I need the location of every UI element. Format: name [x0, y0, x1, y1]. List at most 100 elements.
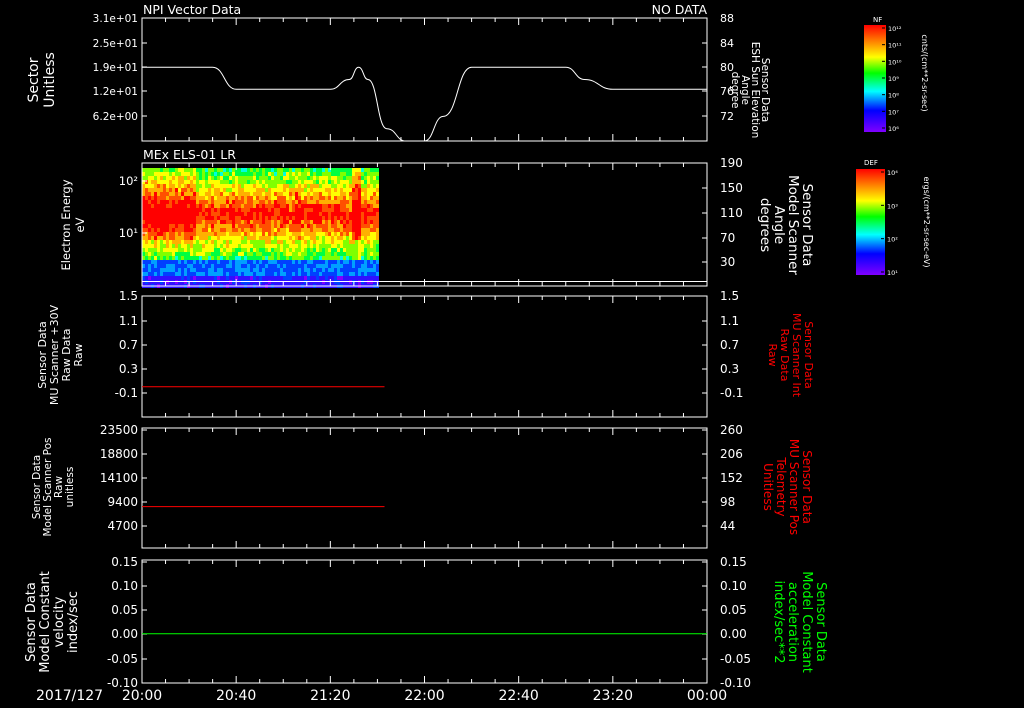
spectrogram-cell — [163, 196, 166, 200]
spectrogram-cell — [169, 256, 172, 260]
spectrogram-cell — [208, 208, 211, 212]
spectrogram-cell — [160, 272, 163, 276]
spectrogram-cell — [343, 244, 346, 248]
spectrogram-cell — [280, 248, 283, 252]
spectrogram-cell — [187, 224, 190, 228]
spectrogram-cell — [217, 220, 220, 224]
spectrogram-cell — [373, 236, 376, 240]
spectrogram-cell — [229, 256, 232, 260]
spectrogram-cell — [313, 212, 316, 216]
spectrogram-cell — [346, 220, 349, 224]
panel-model-right-label-1: Sensor Data — [813, 582, 828, 662]
spectrogram-cell — [355, 232, 358, 236]
spectrogram-cell — [301, 200, 304, 204]
spectrogram-cell — [301, 196, 304, 200]
spectrogram-cell — [289, 248, 292, 252]
spectrogram-cell — [370, 224, 373, 228]
spectrogram-cell — [262, 200, 265, 204]
spectrogram-cell — [340, 236, 343, 240]
spectrogram-cell — [196, 252, 199, 256]
spectrogram-cell — [346, 244, 349, 248]
spectrogram-cell — [250, 232, 253, 236]
spectrogram-cell — [364, 272, 367, 276]
spectrogram-cell — [331, 224, 334, 228]
spectrogram-cell — [166, 268, 169, 272]
spectrogram-cell — [292, 232, 295, 236]
left-tick-label: 1.1 — [119, 314, 138, 328]
spectrogram-cell — [175, 228, 178, 232]
spectrogram-cell — [367, 216, 370, 220]
spectrogram-cell — [193, 204, 196, 208]
spectrogram-cell — [325, 232, 328, 236]
spectrogram-cell — [322, 204, 325, 208]
panel-els-right-label-4: degrees — [757, 198, 773, 252]
spectrogram-cell — [313, 200, 316, 204]
spectrogram-cell — [355, 224, 358, 228]
spectrogram-cell — [148, 268, 151, 272]
spectrogram-cell — [202, 176, 205, 180]
spectrogram-cell — [247, 252, 250, 256]
spectrogram-cell — [313, 172, 316, 176]
spectrogram-cell — [157, 276, 160, 280]
spectrogram-cell — [304, 196, 307, 200]
spectrogram-cell — [244, 184, 247, 188]
spectrogram-cell — [286, 212, 289, 216]
spectrogram-cell — [343, 188, 346, 192]
spectrogram-cell — [286, 220, 289, 224]
spectrogram-cell — [253, 196, 256, 200]
spectrogram-cell — [295, 220, 298, 224]
spectrogram-cell — [247, 204, 250, 208]
spectrogram-cell — [259, 168, 262, 172]
spectrogram-cell — [235, 208, 238, 212]
spectrogram-cell — [220, 224, 223, 228]
spectrogram-cell — [169, 196, 172, 200]
spectrogram-cell — [310, 208, 313, 212]
left-tick-label: 1.5 — [119, 289, 138, 303]
spectrogram-cell — [253, 168, 256, 172]
spectrogram-cell — [337, 252, 340, 256]
spectrogram-cell — [355, 268, 358, 272]
spectrogram-cell — [214, 168, 217, 172]
spectrogram-cell — [178, 212, 181, 216]
spectrogram-cell — [268, 232, 271, 236]
spectrogram-cell — [367, 220, 370, 224]
spectrogram-cell — [148, 224, 151, 228]
spectrogram-cell — [187, 208, 190, 212]
spectrogram-cell — [190, 268, 193, 272]
spectrogram-cell — [259, 260, 262, 264]
spectrogram-cell — [265, 260, 268, 264]
spectrogram-cell — [193, 256, 196, 260]
spectrogram-cell — [238, 172, 241, 176]
spectrogram-cell — [148, 180, 151, 184]
spectrogram-cell — [367, 236, 370, 240]
spectrogram-cell — [274, 228, 277, 232]
spectrogram-cell — [241, 264, 244, 268]
spectrogram-cell — [268, 176, 271, 180]
spectrogram-cell — [151, 244, 154, 248]
spectrogram-cell — [202, 276, 205, 280]
spectrogram-cell — [274, 208, 277, 212]
spectrogram-cell — [307, 168, 310, 172]
spectrogram-cell — [253, 228, 256, 232]
spectrogram-cell — [202, 208, 205, 212]
spectrogram-cell — [199, 176, 202, 180]
spectrogram-cell — [214, 204, 217, 208]
spectrogram-cell — [172, 196, 175, 200]
spectrogram-cell — [148, 200, 151, 204]
spectrogram-cell — [157, 236, 160, 240]
spectrogram-cell — [154, 188, 157, 192]
spectrogram-cell — [175, 260, 178, 264]
spectrogram-cell — [265, 224, 268, 228]
spectrogram-cell — [151, 256, 154, 260]
spectrogram-cell — [292, 248, 295, 252]
left-tick-label: 10¹ — [119, 226, 138, 240]
spectrogram-cell — [205, 228, 208, 232]
spectrogram-cell — [373, 260, 376, 264]
spectrogram-cell — [145, 196, 148, 200]
spectrogram-cell — [337, 264, 340, 268]
spectrogram-cell — [271, 204, 274, 208]
spectrogram-cell — [253, 272, 256, 276]
spectrogram-cell — [226, 272, 229, 276]
spectrogram-cell — [295, 264, 298, 268]
spectrogram-cell — [244, 268, 247, 272]
